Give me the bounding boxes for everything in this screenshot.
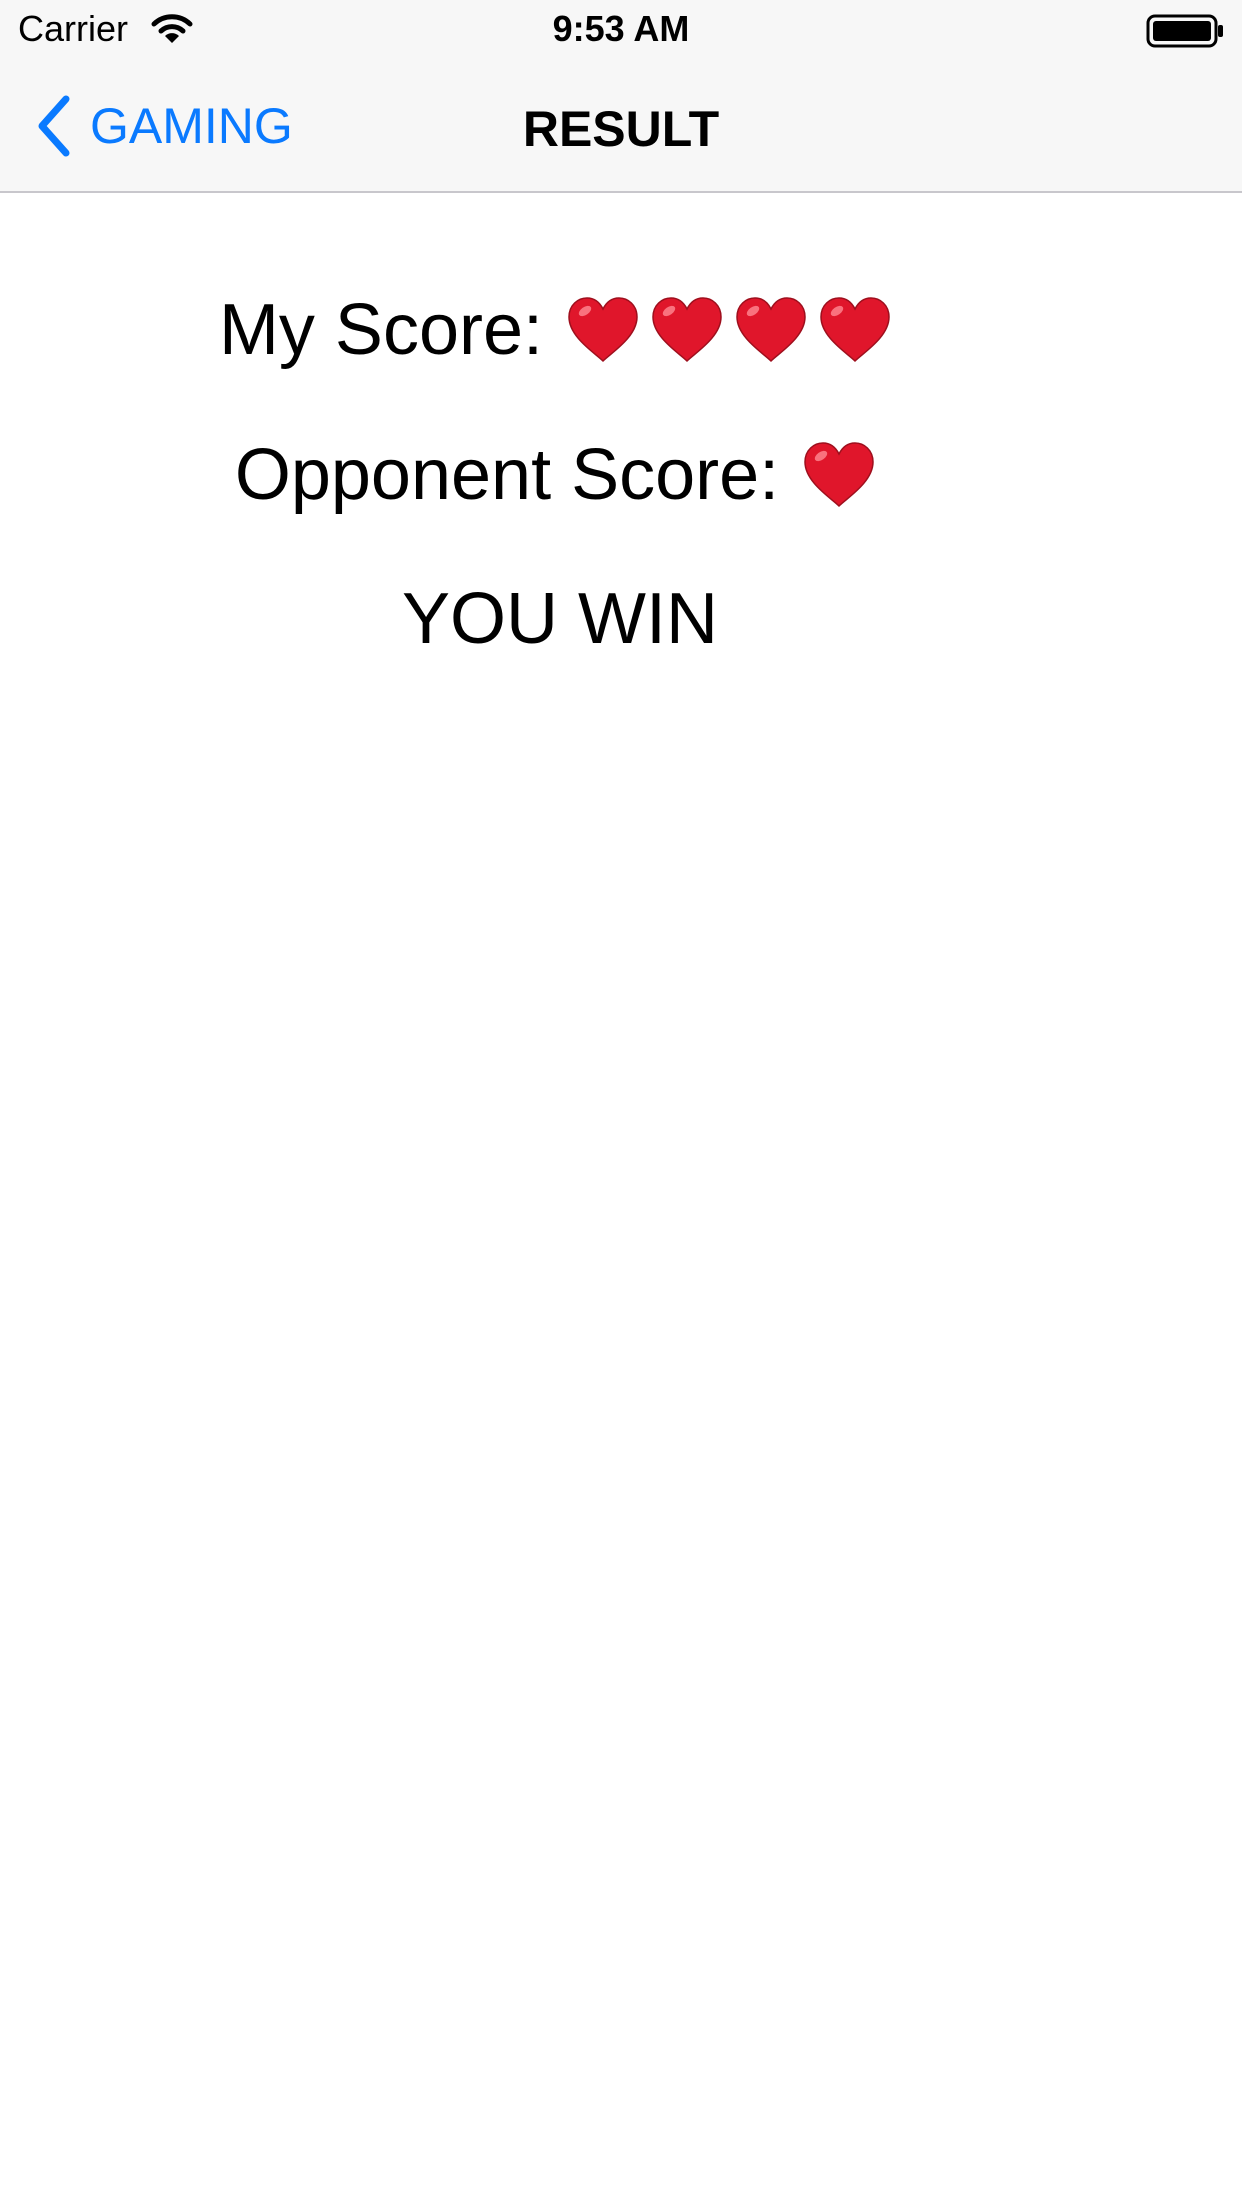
heart-icon [804,442,874,508]
status-time: 9:53 AM [552,8,690,49]
heart-icon [652,297,722,363]
status-bar: Carrier 9:53 AM [0,0,1242,60]
heart-icon [736,297,806,363]
battery-icon [1146,14,1226,53]
opponent-score-hearts [801,440,885,510]
result-message: YOU WIN [402,579,718,659]
navigation-bar: GAMING RESULT [0,60,1242,193]
my-score-row: My Score: [0,285,1120,375]
my-score-hearts [565,295,901,365]
opponent-score-label: Opponent Score: [234,435,780,515]
heart-icon [820,297,890,363]
my-score-label: My Score: [218,290,544,370]
opponent-score-row: Opponent Score: [0,430,1120,520]
page-title: RESULT [522,101,720,157]
heart-icon [568,297,638,363]
